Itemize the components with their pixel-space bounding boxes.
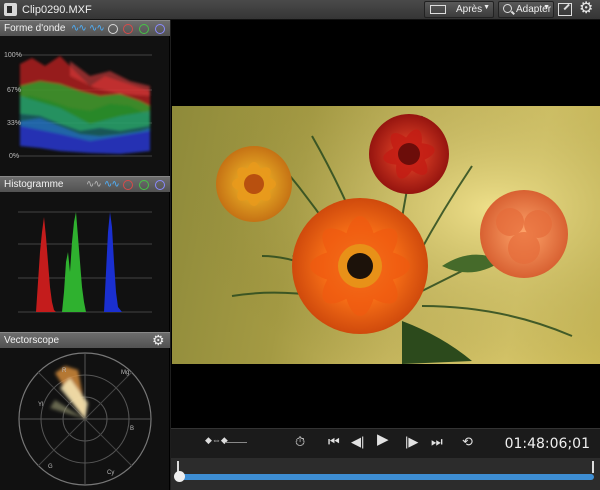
waveform-level-label: 0% bbox=[9, 153, 19, 160]
file-name: Clip0290.MXF bbox=[22, 4, 92, 16]
vectorscope-target-g: G bbox=[48, 464, 53, 470]
dropdown-arrow-icon: ▼ bbox=[483, 4, 490, 11]
waveform-header: Forme d'onde ∿∿ ∿∿ bbox=[0, 20, 170, 36]
vectorscope-target-mg: Mg bbox=[121, 370, 129, 376]
waveform-level-label: 100% bbox=[4, 52, 22, 59]
waveform-plot: 100% 67% 33% 0% bbox=[4, 52, 152, 160]
histogram-scope bbox=[0, 192, 170, 332]
flower-image bbox=[172, 106, 600, 364]
external-monitor-icon[interactable] bbox=[558, 3, 572, 16]
red-channel-toggle[interactable] bbox=[123, 180, 133, 190]
out-point-marker[interactable] bbox=[592, 461, 594, 473]
vectorscope-title: Vectorscope bbox=[4, 335, 60, 346]
vectorscope-header: Vectorscope ⚙ bbox=[0, 332, 170, 348]
timeline-scrubber[interactable] bbox=[171, 458, 600, 490]
waveform-scope: 100% 67% 33% 0% bbox=[0, 36, 170, 176]
red-channel-toggle[interactable] bbox=[123, 24, 133, 34]
histogram-header: Histogramme ∿∿ ∿∿ bbox=[0, 176, 170, 192]
step-back-icon[interactable]: ◀| bbox=[351, 435, 364, 449]
zoom-fit-dropdown[interactable]: Adapter ▼ bbox=[498, 1, 554, 18]
playback-controls: ◆⇔◆ ⏱ ⏮ ◀| ▶ |▶ ⏭ ⟲ 01:48:06;01 bbox=[171, 428, 600, 458]
jog-shuttle-track[interactable] bbox=[225, 442, 247, 443]
timeline-track[interactable] bbox=[177, 474, 594, 480]
vectorscope-target-cy: Cy bbox=[107, 470, 114, 476]
luma-wave-icon[interactable]: ∿∿ bbox=[86, 179, 102, 190]
view-mode-label: Après bbox=[456, 4, 483, 15]
go-to-end-icon[interactable]: ⏭ bbox=[431, 435, 443, 449]
playhead-handle[interactable] bbox=[174, 471, 185, 482]
timer-icon[interactable]: ⏱ bbox=[295, 435, 305, 449]
step-forward-icon[interactable]: |▶ bbox=[405, 435, 418, 449]
green-channel-toggle[interactable] bbox=[139, 180, 149, 190]
timecode: 01:48:06;01 bbox=[504, 436, 590, 452]
video-viewer[interactable] bbox=[171, 20, 600, 428]
waveform-level-label: 33% bbox=[7, 120, 21, 127]
settings-gear-icon[interactable]: ⚙ bbox=[579, 1, 593, 17]
rgb-wave-icon[interactable]: ∿∿ bbox=[104, 179, 120, 190]
vectorscope-target-r: R bbox=[62, 368, 67, 374]
vectorscope-scope: R Mg B Cy G Yl bbox=[0, 348, 170, 490]
vectorscope-settings-gear-icon[interactable]: ⚙ bbox=[152, 332, 165, 349]
dropdown-arrow-icon: ▼ bbox=[543, 4, 550, 11]
title-bar: Clip0290.MXF Après ▼ Adapter ▼ ⚙ bbox=[0, 0, 600, 20]
histogram-title: Histogramme bbox=[4, 179, 64, 190]
white-channel-toggle[interactable] bbox=[108, 24, 118, 34]
green-channel-toggle[interactable] bbox=[139, 24, 149, 34]
clip-viewer-icon bbox=[4, 3, 17, 16]
vectorscope-target-yl: Yl bbox=[38, 402, 43, 408]
loop-icon[interactable]: ⟲ bbox=[462, 435, 473, 449]
monitor-icon bbox=[430, 5, 446, 14]
blue-channel-toggle[interactable] bbox=[155, 24, 165, 34]
view-mode-dropdown[interactable]: Après ▼ bbox=[424, 1, 494, 18]
rgb-parade-wave-icon[interactable]: ∿∿ bbox=[71, 23, 87, 34]
jog-shuttle-icon[interactable]: ◆⇔◆ bbox=[205, 435, 228, 446]
blue-channel-toggle[interactable] bbox=[155, 180, 165, 190]
video-frame bbox=[172, 106, 600, 364]
histogram-plot bbox=[18, 211, 152, 313]
search-icon bbox=[503, 4, 512, 13]
vectorscope-plot: R Mg B Cy G Yl bbox=[18, 352, 152, 486]
waveform-level-label: 67% bbox=[7, 87, 21, 94]
play-icon[interactable]: ▶ bbox=[377, 432, 389, 447]
luma-wave-icon[interactable]: ∿∿ bbox=[89, 23, 105, 34]
go-to-start-icon[interactable]: ⏮ bbox=[328, 435, 340, 449]
waveform-title: Forme d'onde bbox=[4, 23, 66, 34]
vectorscope-target-b: B bbox=[130, 426, 134, 432]
